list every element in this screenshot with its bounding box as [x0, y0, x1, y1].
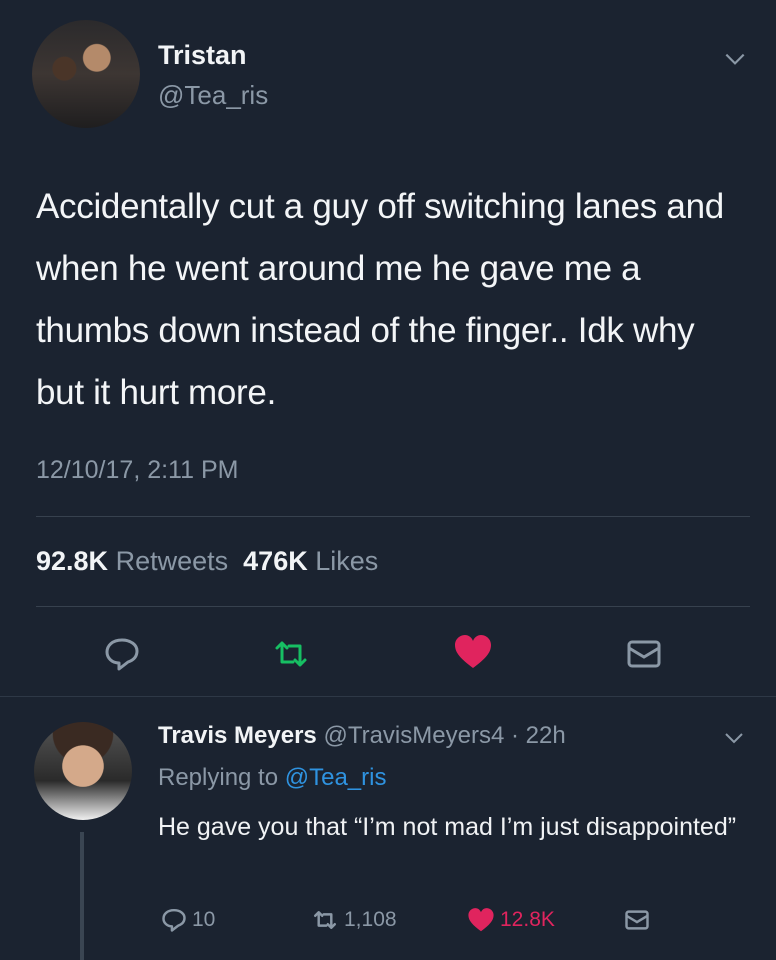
divider [36, 606, 750, 607]
retweets-count: 92.8K [36, 546, 109, 576]
reply-dm-button[interactable] [622, 906, 656, 934]
retweets-stat[interactable]: 92.8K Retweets [36, 546, 228, 576]
retweet-count: 1,108 [344, 908, 397, 931]
reply-icon [162, 908, 186, 932]
divider [36, 516, 750, 517]
likes-count: 476K [243, 546, 308, 576]
retweet-icon[interactable] [271, 634, 311, 674]
reply-header: Travis Meyers @TravisMeyers4 · 22h [158, 722, 566, 750]
retweets-label: Retweets [115, 546, 229, 576]
chevron-down-icon[interactable] [722, 726, 746, 750]
tweet-stats: 92.8K Retweets 476K Likes [36, 546, 378, 577]
reply-time[interactable]: · 22h [511, 722, 566, 749]
reply-reply-button[interactable]: 10 [160, 906, 215, 934]
dm-icon[interactable] [624, 634, 664, 674]
tweet-timestamp[interactable]: 12/10/17, 2:11 PM [36, 456, 238, 485]
thread-line [80, 832, 84, 960]
divider [0, 696, 776, 697]
reply-text: He gave you that “I’m not mad I’m just d… [158, 813, 737, 841]
heart-icon[interactable] [453, 632, 493, 672]
reply-author-handle[interactable]: @TravisMeyers4 [323, 722, 504, 749]
reply-author-avatar[interactable] [34, 722, 132, 820]
retweet-icon [313, 911, 337, 929]
replying-to: Replying to @Tea_ris [158, 764, 386, 792]
likes-label: Likes [315, 546, 379, 576]
likes-stat[interactable]: 476K Likes [243, 546, 378, 576]
author-name[interactable]: Tristan [158, 40, 247, 71]
reply-retweet-button[interactable]: 1,108 [310, 906, 397, 934]
reply-like-button[interactable]: 12.8K [466, 906, 555, 934]
heart-icon [468, 908, 494, 932]
replying-to-handle[interactable]: @Tea_ris [285, 764, 387, 791]
reply-count: 10 [192, 908, 216, 931]
author-handle[interactable]: @Tea_ris [158, 80, 268, 111]
like-count: 12.8K [500, 908, 555, 931]
reply-author-name[interactable]: Travis Meyers [158, 722, 317, 749]
dm-icon [625, 910, 649, 930]
replying-to-label: Replying to [158, 764, 279, 791]
reply-icon[interactable] [102, 634, 142, 674]
chevron-down-icon[interactable] [722, 46, 748, 72]
tweet-text: Accidentally cut a guy off switching lan… [36, 187, 724, 412]
author-avatar[interactable] [32, 20, 140, 128]
